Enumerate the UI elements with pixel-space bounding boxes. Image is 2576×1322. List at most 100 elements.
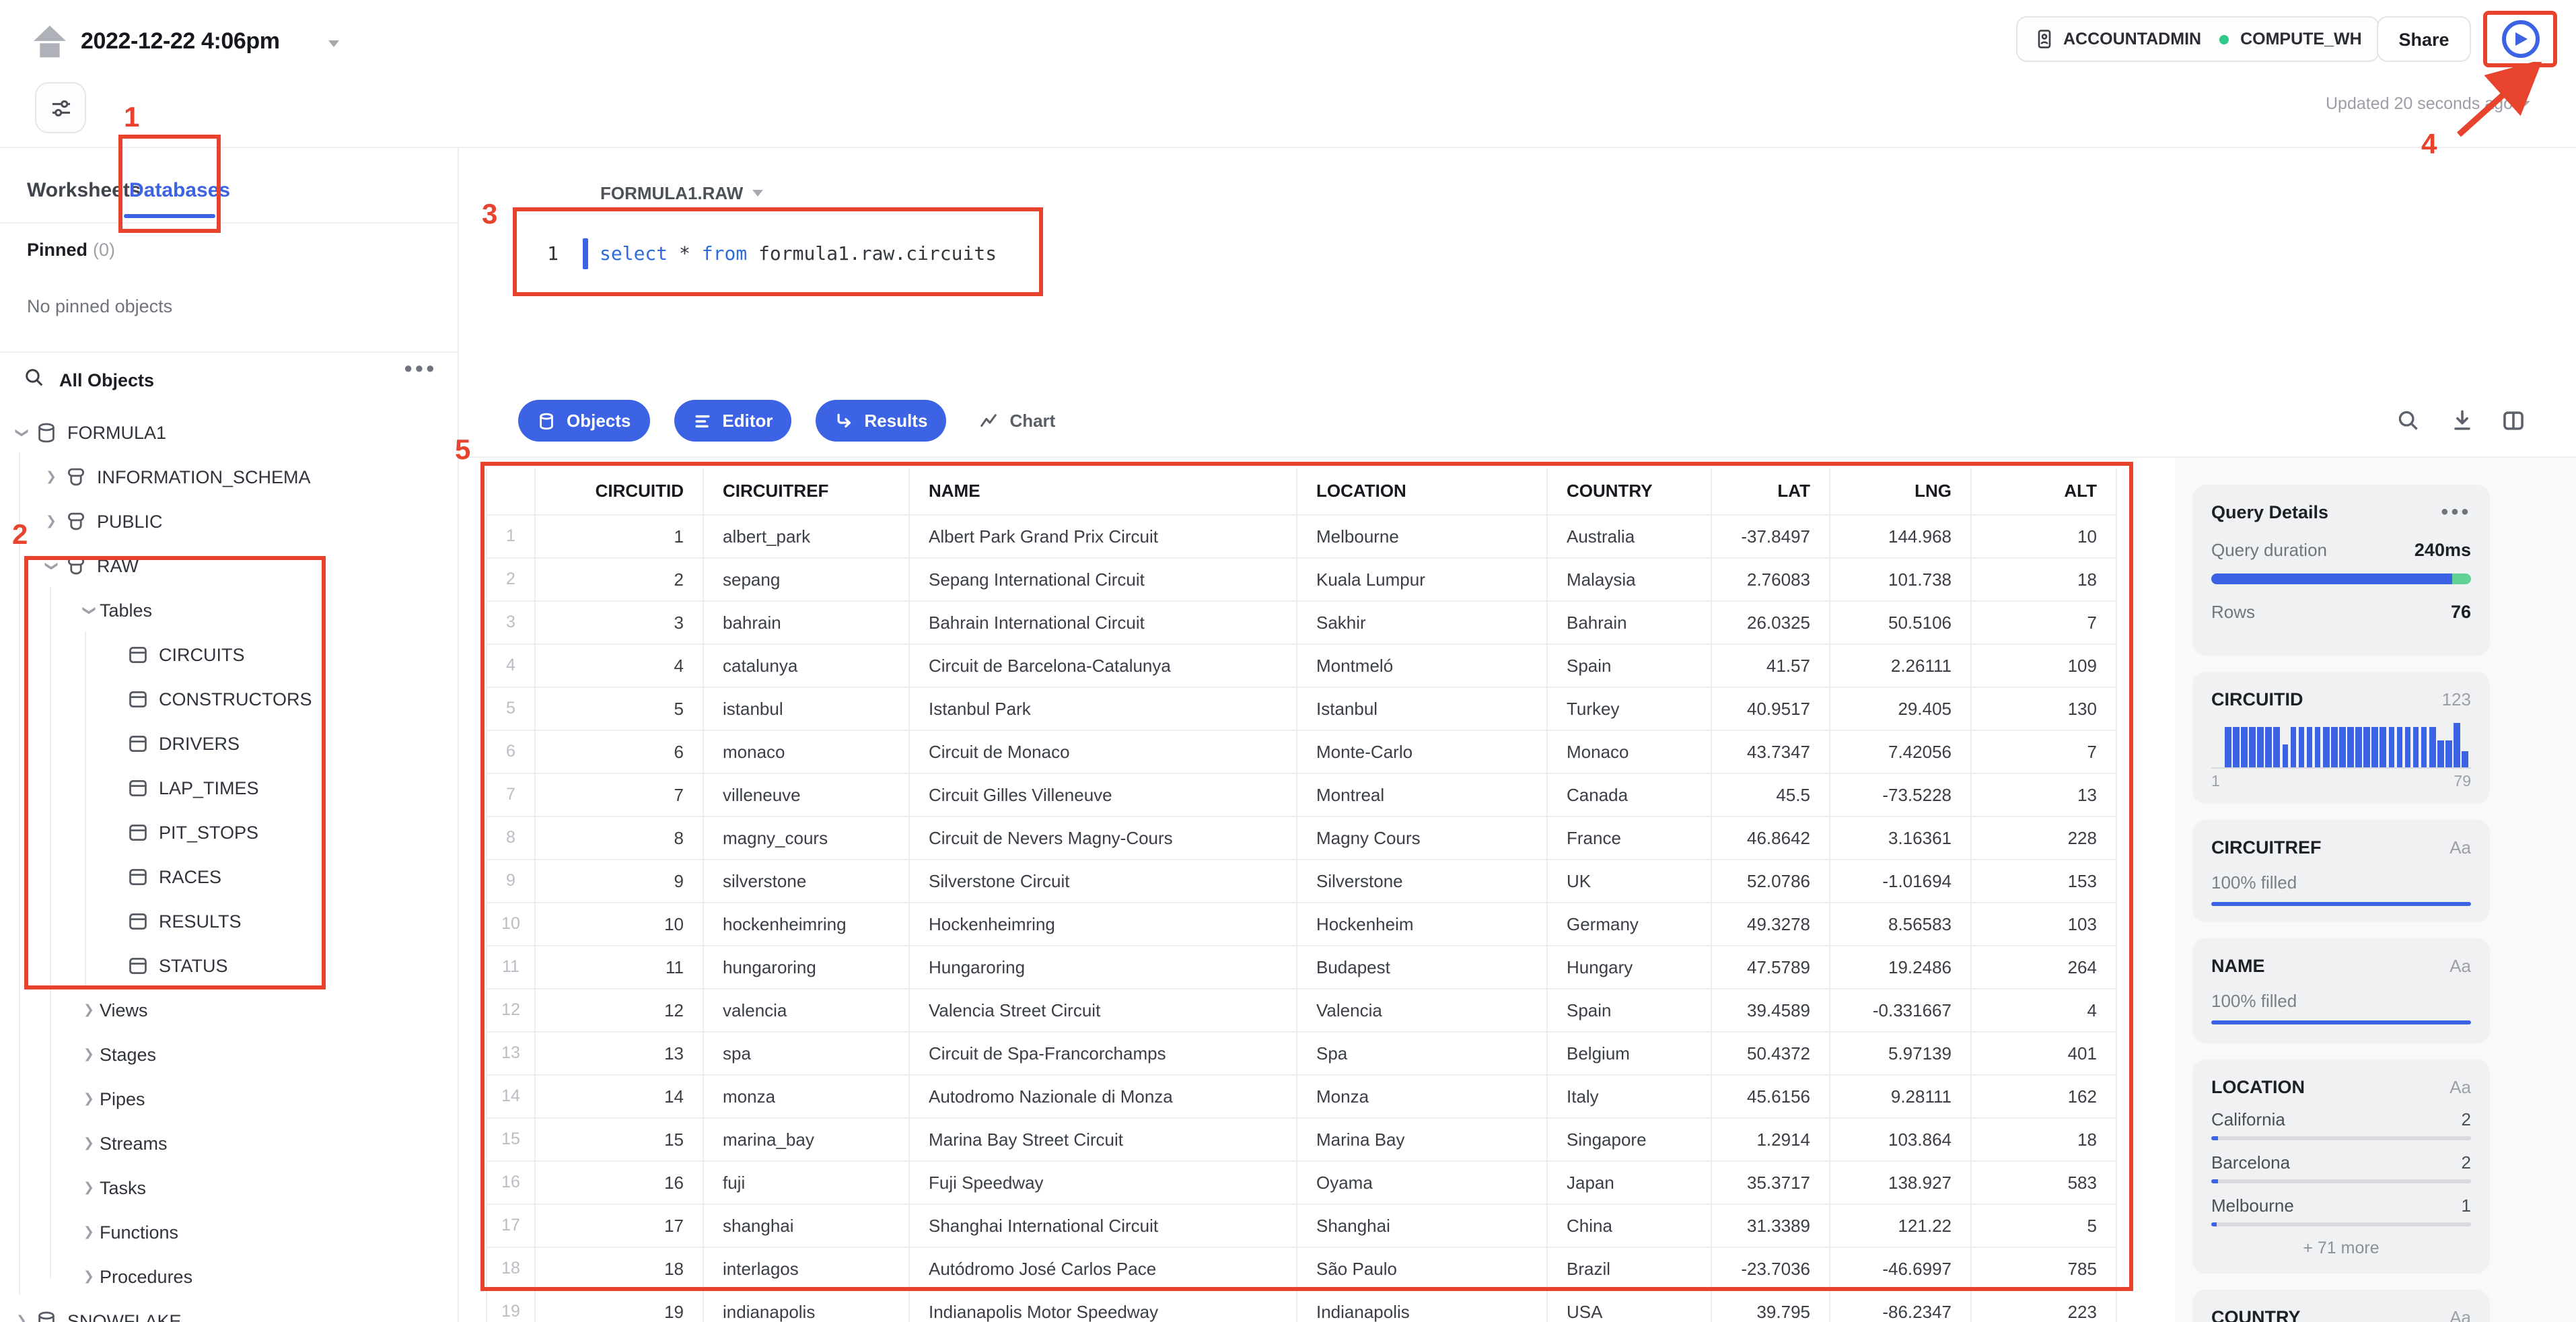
histogram-bar [2257,727,2264,767]
header-divider [0,147,2576,148]
toggle-objects[interactable]: Objects [518,400,650,442]
title-caret-down-icon[interactable] [328,40,339,47]
sidebar-item-streams[interactable]: ❯ Streams [0,1121,455,1166]
chevron-right-icon[interactable]: ❯ [78,1003,100,1018]
row-number-cell: 19 [487,1290,536,1322]
stat-value-label: Barcelona [2211,1152,2291,1173]
stat-column-name: CIRCUITREF [2211,837,2322,858]
stat-value-label: California [2211,1109,2285,1129]
histogram-bar [2225,727,2231,767]
chevron-right-icon[interactable]: ❯ [78,1092,100,1107]
chevron-right-icon[interactable]: ❯ [78,1225,100,1240]
sidebar-item-functions[interactable]: ❯ Functions [0,1210,455,1255]
object-search-input[interactable]: All Objects [59,370,154,390]
stat-value-bar [2211,1136,2471,1140]
cell: indianapolis [703,1290,910,1322]
editor-lines-icon [692,411,711,430]
toggle-results[interactable]: Results [816,400,947,442]
context-selector[interactable]: ACCOUNTADMIN COMPUTE_WH [2016,16,2380,62]
home-icon[interactable] [30,22,70,62]
schema-icon [62,466,89,489]
sidebar-item-public[interactable]: ❯ PUBLIC [0,499,455,544]
chevron-right-icon[interactable]: ❯ [78,1136,100,1151]
stat-card-country[interactable]: COUNTRY Aa [2192,1290,2490,1322]
cell: Indianapolis Motor Speedway [909,1290,1297,1322]
sidebar-item-procedures[interactable]: ❯ Procedures [0,1255,455,1299]
histogram-bar [2355,727,2362,767]
histogram-bar [2412,727,2419,767]
chevron-right-icon[interactable]: ❯ [11,1314,32,1322]
histogram-bar [2233,727,2240,767]
toggle-editor[interactable]: Editor [674,400,792,442]
sidebar-item-snowflake[interactable]: ❯ SNOWFLAKE [0,1299,455,1322]
run-button[interactable] [2501,20,2539,58]
histogram-bar [2404,727,2411,767]
histogram-bar [2363,727,2370,767]
histogram-bar [2445,740,2452,767]
annotation-box-5 [480,462,2133,1291]
sidebar-item-label: Streams [100,1134,168,1154]
sidebar-item-pipes[interactable]: ❯ Pipes [0,1077,455,1121]
sidebar-item-information_schema[interactable]: ❯ INFORMATION_SCHEMA [0,455,455,499]
cell: Indianapolis [1297,1290,1548,1322]
sidebar-item-label: Functions [100,1222,179,1243]
hist-min-label: 1 [2211,774,2220,790]
search-results-icon[interactable] [2396,408,2421,433]
chevron-right-icon[interactable]: ❯ [78,1181,100,1195]
stat-card-circuitid[interactable]: CIRCUITID 123 1 79 [2192,672,2490,804]
show-more-link[interactable]: + 71 more [2211,1239,2471,1257]
results-arrow-icon [835,411,854,430]
sidebar-item-views[interactable]: ❯ Views [0,988,455,1033]
query-details-title: Query Details [2211,502,2329,522]
more-menu-icon[interactable]: ●●● [404,361,437,377]
annotation-box-4 [2483,11,2557,67]
toggle-results-label: Results [864,411,928,431]
database-icon [32,421,59,444]
sidebar-item-formula1[interactable]: ❯ FORMULA1 [0,411,455,455]
histogram-bar [2429,727,2436,767]
table-row[interactable]: 19 19 indianapolis Indianapolis Motor Speed… [487,1290,2117,1322]
sidebar-item-label: PUBLIC [97,512,163,532]
worksheet-title[interactable]: 2022-12-22 4:06pm [81,28,280,55]
histogram-bar [2298,727,2305,767]
hist-max-label: 79 [2454,774,2471,790]
sidebar-item-stages[interactable]: ❯ Stages [0,1033,455,1077]
tab-chart[interactable]: Chart [970,411,1063,431]
query-details-menu-icon[interactable]: ●●● [2441,505,2471,520]
no-pinned-text: No pinned objects [27,296,173,316]
cell: USA [1547,1290,1712,1322]
stat-card-location[interactable]: LOCATION Aa California 2 Barcelona 2 Melbour… [2192,1059,2490,1274]
chevron-right-icon[interactable]: ❯ [40,470,62,485]
query-duration-bar [2211,573,2471,584]
histogram-bar [2454,723,2460,767]
sliders-icon [48,95,73,120]
histogram-bar [2331,727,2338,767]
stat-card-name[interactable]: NAME Aa 100% filled [2192,938,2490,1043]
sidebar-item-tasks[interactable]: ❯ Tasks [0,1166,455,1210]
chevron-down-icon[interactable]: ❯ [14,422,29,444]
search-icon[interactable] [23,366,46,389]
schema-context-dropdown[interactable]: FORMULA1.RAW [600,183,764,203]
histogram-bar [2462,751,2468,767]
download-icon[interactable] [2449,408,2475,433]
filled-bar [2211,1020,2471,1024]
share-button[interactable]: Share [2377,16,2471,62]
sidebar-divider [458,147,459,1322]
stat-value-row[interactable]: Barcelona 2 [2211,1152,2471,1183]
filters-button[interactable] [35,82,86,133]
cell: 223 [1971,1290,2117,1322]
annotation-number-5: 5 [455,435,471,466]
stat-value-row[interactable]: Melbourne 1 [2211,1195,2471,1226]
chevron-right-icon[interactable]: ❯ [78,1269,100,1284]
duration-label: Query duration [2211,540,2327,560]
chevron-right-icon[interactable]: ❯ [78,1047,100,1062]
schema-context-label: FORMULA1.RAW [600,183,744,203]
chevron-right-icon[interactable]: ❯ [40,514,62,529]
stat-card-circuitref[interactable]: CIRCUITREF Aa 100% filled [2192,820,2490,922]
divider [0,351,458,353]
rows-value: 76 [2450,602,2471,622]
annotation-number-1: 1 [124,102,140,133]
split-panel-icon[interactable] [2501,408,2526,433]
stat-value-row[interactable]: California 2 [2211,1109,2471,1140]
histogram-bar [2339,727,2346,767]
